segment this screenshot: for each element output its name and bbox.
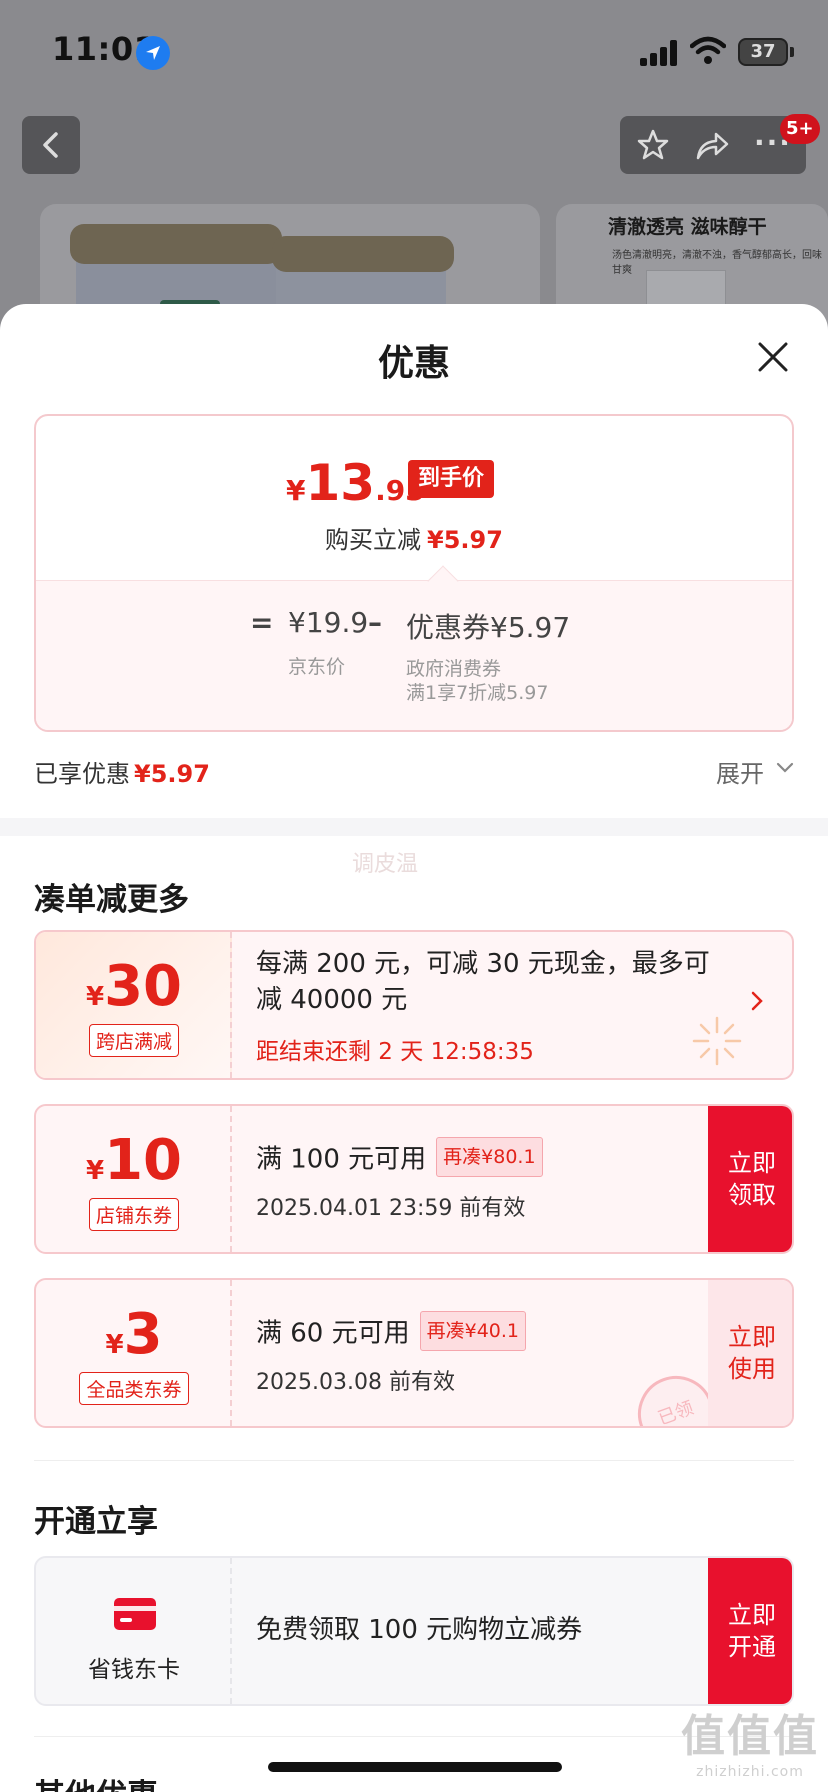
section-title-other: 其他优惠	[34, 1770, 158, 1792]
coupon-yen: ¥	[85, 1156, 105, 1186]
site-watermark-logo: 值值值	[681, 1711, 819, 1762]
coupon-amount: ¥30	[36, 954, 232, 1019]
coupon-all-category: ¥3 全品类东券 满 60 元可用 再凑¥40.1 2025.03.08 前有效 …	[34, 1278, 794, 1428]
location-icon	[136, 36, 170, 70]
price-breakdown-card: ¥13.93 到手价 购买立减 ¥5.97 = ¥19.9 – 优惠券¥5.97 …	[34, 414, 794, 732]
battery-cap	[790, 47, 794, 57]
coupon-description-line2: 减 40000 元	[256, 985, 408, 1015]
sparkle-decoration-icon	[692, 1016, 742, 1066]
coupon-validity: 2025.04.01 23:59 前有效	[256, 1196, 526, 1221]
coupon-amount: ¥10	[36, 1128, 232, 1193]
coupon-amount: ¥3	[36, 1302, 232, 1367]
share-icon[interactable]	[694, 128, 730, 166]
coupon-condition: 满 60 元可用 再凑¥40.1	[256, 1311, 527, 1354]
status-bar: 11:01 37	[0, 0, 828, 100]
credit-card-icon	[114, 1598, 156, 1630]
member-card-label: 省钱东卡	[88, 1657, 180, 1683]
claim-button-line2: 领取	[728, 1181, 776, 1209]
star-icon[interactable]	[636, 128, 670, 166]
open-button-line2: 开通	[728, 1633, 776, 1661]
coupon-remaining-badge: 再凑¥80.1	[436, 1137, 543, 1177]
coupon-deduction: 优惠券¥5.97	[406, 611, 571, 644]
sheet-title: 优惠	[377, 343, 450, 384]
coupon-label: 政府消费券	[406, 658, 502, 680]
product-page-background: 11:01 37 ··· 5+ 清澈透亮 滋味醇干 汤色清澈明亮，清澈不浊，香气…	[0, 0, 828, 340]
divider	[34, 1460, 794, 1461]
member-description: 免费领取 100 元购物立减券	[256, 1615, 583, 1645]
coupon-rule: 满1享7折减5.97	[406, 682, 549, 704]
coupon-validity: 2025.03.08 前有效	[256, 1370, 455, 1395]
coupon-value: 30	[104, 954, 183, 1019]
coupon-type-label: 店铺东券	[88, 1198, 179, 1231]
expand-button[interactable]: 展开	[716, 754, 794, 789]
enjoyed-discount: 已享优惠 ¥5.97	[34, 754, 210, 789]
top-action-group: ···	[620, 116, 806, 174]
message-badge: 5+	[780, 114, 820, 144]
coupon-condition-text: 满 60 元可用	[256, 1318, 410, 1349]
use-coupon-button[interactable]: 立即 使用	[708, 1280, 792, 1426]
coupon-yen: ¥	[85, 982, 105, 1012]
chevron-left-icon	[43, 132, 58, 158]
detail-title: 清澈透亮 滋味醇干	[608, 216, 767, 238]
instant-reduce-amount: ¥5.97	[427, 526, 503, 554]
open-button-line1: 立即	[728, 1601, 776, 1629]
claim-coupon-button[interactable]: 立即 领取	[708, 1106, 792, 1252]
instant-reduce: 购买立减 ¥5.97	[36, 520, 792, 555]
coupon-remaining-badge: 再凑¥40.1	[419, 1311, 527, 1351]
wifi-icon	[689, 36, 727, 70]
instant-reduce-label: 购买立减	[325, 526, 422, 554]
coupon-condition-text: 满 100 元可用	[256, 1144, 427, 1175]
coupon-description: 每满 200 元，可减 30 元现金，最多可 减 40000 元	[256, 946, 710, 1018]
coupon-condition: 满 100 元可用 再凑¥80.1	[256, 1137, 543, 1180]
expand-label: 展开	[716, 760, 764, 788]
chevron-right-icon	[751, 991, 763, 1011]
coupon-description-line1: 每满 200 元，可减 30 元现金，最多可	[256, 949, 710, 979]
formula-minus: –	[368, 606, 382, 639]
cellular-signal-icon	[640, 40, 678, 66]
coupon-type-tag: 店铺东券	[36, 1198, 232, 1231]
coupon-type-tag: 跨店满减	[36, 1024, 232, 1057]
enjoyed-amount: ¥5.97	[134, 760, 210, 788]
discount-sheet: 优惠 ¥13.93 到手价 购买立减 ¥5.97 = ¥19.9 – 优惠券¥5.…	[0, 304, 828, 1792]
tea-can-lid	[70, 224, 282, 264]
section-divider	[0, 818, 828, 836]
coupon-yen: ¥	[105, 1330, 124, 1360]
back-button[interactable]	[22, 116, 80, 174]
final-price-tag: 到手价	[408, 460, 495, 498]
site-watermark: 值值值 zhizhizhi.com	[680, 1700, 820, 1780]
section-title-member: 开通立享	[34, 1504, 158, 1540]
enjoyed-label: 已享优惠	[34, 760, 130, 788]
user-watermark: 调皮温	[352, 852, 419, 877]
coupon-type-label: 全品类东券	[79, 1372, 189, 1405]
use-button-line2: 使用	[728, 1355, 776, 1383]
jd-price-label: 京东价	[288, 656, 346, 678]
use-button-line1: 立即	[728, 1323, 776, 1351]
jd-price: ¥19.9	[288, 606, 369, 639]
chevron-down-icon	[776, 762, 794, 773]
open-member-button[interactable]: 立即 开通	[708, 1558, 792, 1704]
final-price-integer: 13	[305, 454, 376, 512]
site-watermark-url: zhizhizhi.com	[696, 1764, 804, 1780]
section-title-more: 凑单减更多	[34, 882, 189, 918]
coupon-value: 3	[123, 1302, 163, 1367]
home-indicator[interactable]	[268, 1762, 562, 1772]
formula-equals: =	[250, 606, 274, 639]
final-price-yen: ¥	[286, 474, 306, 507]
battery-icon: 37	[738, 38, 788, 66]
battery-level: 37	[750, 41, 776, 62]
claim-button-line1: 立即	[728, 1149, 776, 1177]
coupon-countdown: 距结束还剩 2 天 12:58:35	[256, 1039, 534, 1065]
member-card-offer: 省钱东卡 免费领取 100 元购物立减券 立即开通	[34, 1556, 794, 1706]
coupon-cross-store[interactable]: ¥30 跨店满减 每满 200 元，可减 30 元现金，最多可 减 40000 …	[34, 930, 794, 1080]
coupon-store: ¥10 店铺东券 满 100 元可用 再凑¥80.1 2025.04.01 23:…	[34, 1104, 794, 1254]
tea-can-lid	[272, 236, 454, 272]
member-icon-area: 省钱东卡	[36, 1558, 232, 1704]
close-icon	[758, 342, 788, 372]
coupon-type-label: 跨店满减	[88, 1024, 179, 1057]
final-price: ¥13.93	[286, 454, 425, 512]
coupon-value: 10	[104, 1128, 183, 1193]
close-button[interactable]	[754, 338, 792, 376]
coupon-type-tag: 全品类东券	[36, 1372, 232, 1405]
